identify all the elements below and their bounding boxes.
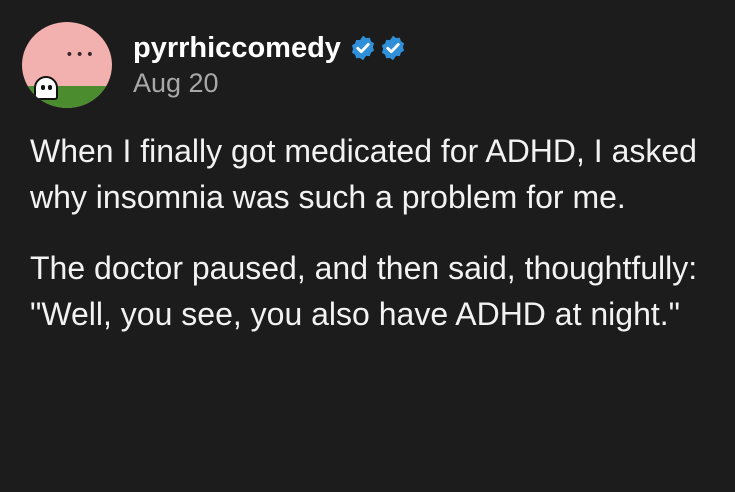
avatar[interactable]: •••: [22, 22, 112, 108]
verified-badge-icon: [381, 35, 405, 61]
verified-badge-icon: [351, 35, 375, 61]
post-card: ••• pyrrhiccomedy Aug 20 When I finally …: [0, 0, 735, 492]
post-date[interactable]: Aug 20: [133, 67, 409, 99]
avatar-dots: •••: [65, 47, 96, 63]
badges: [349, 34, 409, 62]
post-meta: pyrrhiccomedy Aug 20: [133, 31, 409, 99]
post-body: When I finally got medicated for ADHD, I…: [30, 128, 720, 362]
ghost-icon: [34, 76, 58, 100]
post-header: ••• pyrrhiccomedy Aug 20: [22, 22, 409, 108]
post-paragraph: When I finally got medicated for ADHD, I…: [30, 133, 697, 215]
name-row: pyrrhiccomedy: [133, 31, 409, 65]
username-link[interactable]: pyrrhiccomedy: [133, 31, 341, 65]
post-paragraph: The doctor paused, and then said, though…: [30, 250, 698, 332]
